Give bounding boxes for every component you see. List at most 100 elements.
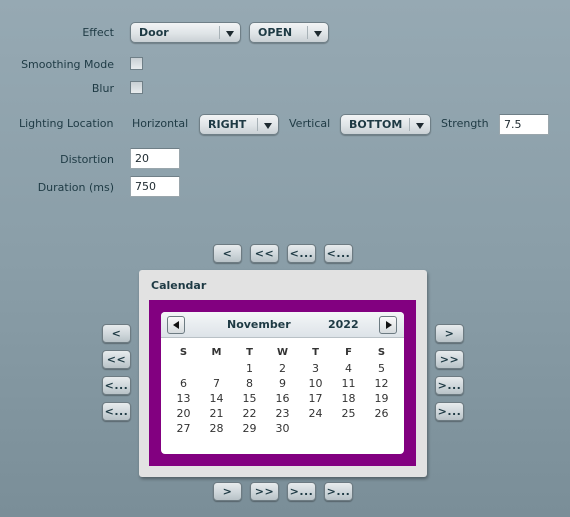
effect-direction-dropdown[interactable]: OPEN (249, 22, 329, 43)
calendar-day[interactable]: 20 (167, 407, 200, 422)
smoothing-mode-checkbox[interactable] (130, 57, 143, 70)
dropdown-separator (219, 26, 220, 39)
calendar-day[interactable]: 28 (200, 422, 233, 437)
prev-year-button-left[interactable]: << (102, 350, 131, 369)
next-more-button-right-2[interactable]: >... (435, 402, 464, 421)
calendar-day[interactable]: 2 (266, 362, 299, 377)
prev-more-button-top-1[interactable]: <... (287, 244, 316, 263)
vertical-label: Vertical (289, 117, 331, 130)
calendar: November 2022 S M T W T F S 1 2 3 4 5 6 7 8 9 10 11 12 13 14… (161, 312, 404, 454)
calendar-day[interactable]: 24 (299, 407, 332, 422)
calendar-day[interactable]: 21 (200, 407, 233, 422)
weekday-header: T (246, 347, 253, 358)
weekday-header: T (312, 347, 319, 358)
effect-direction-value: OPEN (258, 26, 293, 39)
calendar-day[interactable]: 13 (167, 392, 200, 407)
calendar-day[interactable]: 29 (233, 422, 266, 437)
calendar-day[interactable]: 14 (200, 392, 233, 407)
prev-year-button-top[interactable]: << (250, 244, 279, 263)
calendar-day[interactable]: 12 (365, 377, 398, 392)
calendar-year: 2022 (328, 318, 359, 331)
duration-label: Duration (ms) (37, 181, 114, 194)
calendar-day[interactable]: 18 (332, 392, 365, 407)
distortion-label: Distortion (60, 153, 114, 166)
calendar-panel: Calendar November 2022 SMTWTFS1234567891… (139, 270, 427, 477)
weekday-header: M (211, 347, 222, 358)
prev-more-button-left-1[interactable]: <... (102, 376, 131, 395)
prev-more-button-top-2[interactable]: <... (324, 244, 353, 263)
calendar-day[interactable]: 19 (365, 392, 398, 407)
lighting-location-label: Lighting Location (19, 117, 114, 130)
prev-month-button-top[interactable]: < (213, 244, 242, 263)
triangle-right-icon (386, 321, 392, 329)
calendar-day[interactable]: 27 (167, 422, 200, 437)
calendar-day[interactable]: 25 (332, 407, 365, 422)
calendar-day[interactable]: 30 (266, 422, 299, 437)
calendar-header: November 2022 (161, 312, 404, 338)
blur-label: Blur (91, 82, 114, 95)
duration-input[interactable] (130, 176, 180, 197)
effect-type-value: Door (139, 26, 169, 39)
calendar-day[interactable]: 15 (233, 392, 266, 407)
calendar-day[interactable]: 4 (332, 362, 365, 377)
chevron-down-icon (264, 123, 272, 129)
vertical-value: BOTTOM (349, 118, 403, 131)
calendar-grid: S M T W T F S 1 2 3 4 5 6 7 8 9 10 11 12 13 14 15 16 17 18 19 20 21… (167, 347, 398, 437)
next-year-button-bottom[interactable]: >> (250, 482, 279, 501)
chevron-down-icon (226, 31, 234, 37)
calendar-day[interactable]: 23 (266, 407, 299, 422)
dropdown-separator (307, 26, 308, 39)
blur-checkbox[interactable] (130, 81, 143, 94)
smoothing-mode-label: Smoothing Mode (21, 58, 114, 71)
calendar-day[interactable]: 17 (299, 392, 332, 407)
calendar-empty-cell (299, 422, 332, 437)
next-more-button-right-1[interactable]: >... (435, 376, 464, 395)
calendar-day[interactable]: 16 (266, 392, 299, 407)
calendar-day[interactable]: 7 (200, 377, 233, 392)
calendar-day[interactable]: 26 (365, 407, 398, 422)
calendar-day[interactable]: 6 (167, 377, 200, 392)
prev-month-button-left[interactable]: < (102, 324, 131, 343)
prev-more-button-left-2[interactable]: <... (102, 402, 131, 421)
horizontal-value: RIGHT (208, 118, 247, 131)
calendar-month: November (227, 318, 291, 331)
calendar-frame: November 2022 S M T W T F S 1 2 3 4 5 6 7 8 9 10 11 12 13 14… (149, 300, 416, 466)
weekday-header: F (345, 347, 352, 358)
next-more-button-bottom-1[interactable]: >... (287, 482, 316, 501)
calendar-empty-cell (332, 422, 365, 437)
weekday-header: S (179, 347, 188, 358)
next-month-button-bottom[interactable]: > (213, 482, 242, 501)
calendar-day[interactable]: 8 (233, 377, 266, 392)
effect-label: Effect (82, 26, 114, 39)
triangle-left-icon (173, 321, 179, 329)
calendar-panel-title: Calendar (151, 279, 207, 292)
strength-label: Strength (441, 117, 489, 130)
chevron-down-icon (416, 123, 424, 129)
horizontal-dropdown[interactable]: RIGHT (199, 114, 279, 135)
calendar-day[interactable]: 9 (266, 377, 299, 392)
calendar-day[interactable]: 3 (299, 362, 332, 377)
next-year-button-right[interactable]: >> (435, 350, 464, 369)
effect-type-dropdown[interactable]: Door (130, 22, 241, 43)
calendar-next-button[interactable] (379, 316, 397, 334)
chevron-down-icon (314, 31, 322, 37)
next-month-button-right[interactable]: > (435, 324, 464, 343)
calendar-day[interactable]: 22 (233, 407, 266, 422)
calendar-day[interactable]: 11 (332, 377, 365, 392)
calendar-day[interactable]: 5 (365, 362, 398, 377)
calendar-day[interactable]: 10 (299, 377, 332, 392)
vertical-dropdown[interactable]: BOTTOM (340, 114, 431, 135)
weekday-header: W (276, 347, 289, 358)
weekday-header: S (377, 347, 386, 358)
horizontal-label: Horizontal (132, 117, 189, 130)
calendar-empty-cell (200, 362, 233, 377)
dropdown-separator (409, 118, 410, 131)
distortion-input[interactable] (130, 148, 180, 169)
dropdown-separator (257, 118, 258, 131)
strength-input[interactable] (499, 114, 549, 135)
calendar-prev-button[interactable] (167, 316, 185, 334)
calendar-day[interactable]: 1 (233, 362, 266, 377)
next-more-button-bottom-2[interactable]: >... (324, 482, 353, 501)
calendar-empty-cell (365, 422, 398, 437)
calendar-empty-cell (167, 362, 200, 377)
